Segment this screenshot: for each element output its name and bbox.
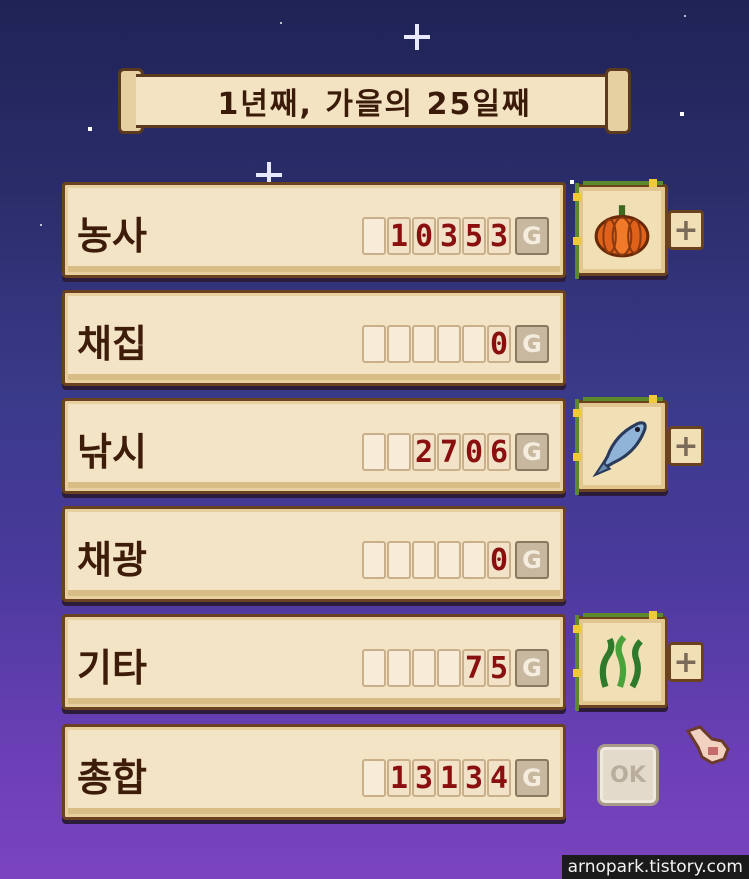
star — [680, 112, 684, 116]
counter-digit: 3 — [412, 759, 436, 797]
category-row: 낚시 2 7 0 6 G — [62, 398, 566, 494]
gold-counter: 10353G — [362, 215, 549, 257]
expand-plus-button[interactable]: + — [668, 210, 704, 250]
ok-button[interactable]: OK — [597, 744, 659, 806]
counter-digit — [387, 541, 411, 579]
ok-button-label: OK — [610, 762, 646, 788]
category-label: 채광 — [77, 538, 147, 582]
hand-cursor-icon — [686, 725, 730, 765]
date-title: 1년째, 가을의 25일째 — [217, 87, 532, 122]
gold-counter: 0G — [362, 539, 549, 581]
counter-digit — [387, 649, 411, 687]
scroll-roll-right — [605, 68, 631, 134]
counter-digit — [362, 649, 386, 687]
category-label: 채집 — [77, 322, 147, 366]
category-row: 농사 1 0 3 5 3 G — [62, 182, 566, 278]
gold-counter: 13134G — [362, 757, 549, 799]
star — [40, 224, 42, 226]
counter-digit: 1 — [387, 759, 411, 797]
category-label: 기타 — [77, 646, 147, 690]
item-icon-wrap — [591, 631, 653, 697]
counter-digit: 5 — [462, 217, 486, 255]
shipped-item-slot[interactable] — [573, 395, 668, 495]
counter-digit — [362, 759, 386, 797]
gold-counter: 75G — [362, 647, 549, 689]
gold-currency-icon: G — [515, 217, 549, 255]
flower-decoration — [573, 669, 581, 677]
counter-digit: 1 — [437, 759, 461, 797]
counter-digit: 1 — [387, 217, 411, 255]
counter-digit — [362, 325, 386, 363]
gold-counter: 0G — [362, 323, 549, 365]
counter-digit — [387, 433, 411, 471]
category-label: 농사 — [77, 214, 147, 258]
category-label: 총합 — [77, 756, 147, 800]
gold-currency-icon: G — [515, 433, 549, 471]
counter-digit — [437, 325, 461, 363]
category-row: 채광 0 G — [62, 506, 566, 602]
counter-digit: 3 — [487, 217, 511, 255]
flower-decoration — [573, 453, 581, 461]
gold-currency-icon: G — [515, 541, 549, 579]
star — [280, 22, 282, 24]
category-label: 낚시 — [77, 430, 147, 474]
gold-currency-icon: G — [515, 325, 549, 363]
counter-digit: 5 — [487, 649, 511, 687]
counter-digit — [412, 325, 436, 363]
category-row: 기타 7 5 G — [62, 614, 566, 710]
counter-digit: 7 — [462, 649, 486, 687]
counter-digit: 4 — [487, 759, 511, 797]
flower-decoration — [649, 611, 657, 619]
item-icon-wrap — [591, 199, 653, 265]
shipped-item-slot[interactable] — [573, 611, 668, 711]
counter-digit — [437, 649, 461, 687]
flower-decoration — [573, 237, 581, 245]
counter-digit — [437, 541, 461, 579]
category-row: 총합 1 3 1 3 4 G — [62, 724, 566, 820]
gold-currency-icon: G — [515, 759, 549, 797]
sparkle-star — [404, 24, 430, 50]
fish-icon — [592, 421, 647, 478]
item-icon-wrap — [591, 415, 653, 481]
counter-digit — [412, 541, 436, 579]
counter-digit — [412, 649, 436, 687]
seaweed-icon — [599, 635, 643, 689]
gold-counter: 2706G — [362, 431, 549, 473]
flower-decoration — [573, 409, 581, 417]
counter-digit — [462, 541, 486, 579]
date-banner-paper: 1년째, 가을의 25일째 — [136, 74, 613, 128]
counter-digit — [387, 325, 411, 363]
flower-decoration — [649, 179, 657, 187]
counter-digit: 0 — [487, 541, 511, 579]
star — [88, 127, 92, 131]
counter-digit — [462, 325, 486, 363]
counter-digit: 0 — [487, 325, 511, 363]
star — [684, 15, 686, 17]
counter-digit: 3 — [437, 217, 461, 255]
flower-decoration — [573, 625, 581, 633]
counter-digit: 7 — [437, 433, 461, 471]
counter-digit: 6 — [487, 433, 511, 471]
expand-plus-button[interactable]: + — [668, 426, 704, 466]
category-row: 채집 0 G — [62, 290, 566, 386]
counter-digit — [362, 433, 386, 471]
counter-digit: 0 — [412, 217, 436, 255]
pumpkin-icon — [594, 205, 650, 258]
star — [570, 180, 574, 184]
watermark: arnopark.tistory.com — [561, 855, 749, 879]
counter-digit — [362, 217, 386, 255]
expand-plus-button[interactable]: + — [668, 642, 704, 682]
counter-digit — [362, 541, 386, 579]
counter-digit: 2 — [412, 433, 436, 471]
shipped-item-slot[interactable] — [573, 179, 668, 279]
counter-digit: 0 — [462, 433, 486, 471]
flower-decoration — [649, 395, 657, 403]
gold-currency-icon: G — [515, 649, 549, 687]
flower-decoration — [573, 193, 581, 201]
counter-digit: 3 — [462, 759, 486, 797]
date-banner: 1년째, 가을의 25일째 — [118, 68, 631, 134]
